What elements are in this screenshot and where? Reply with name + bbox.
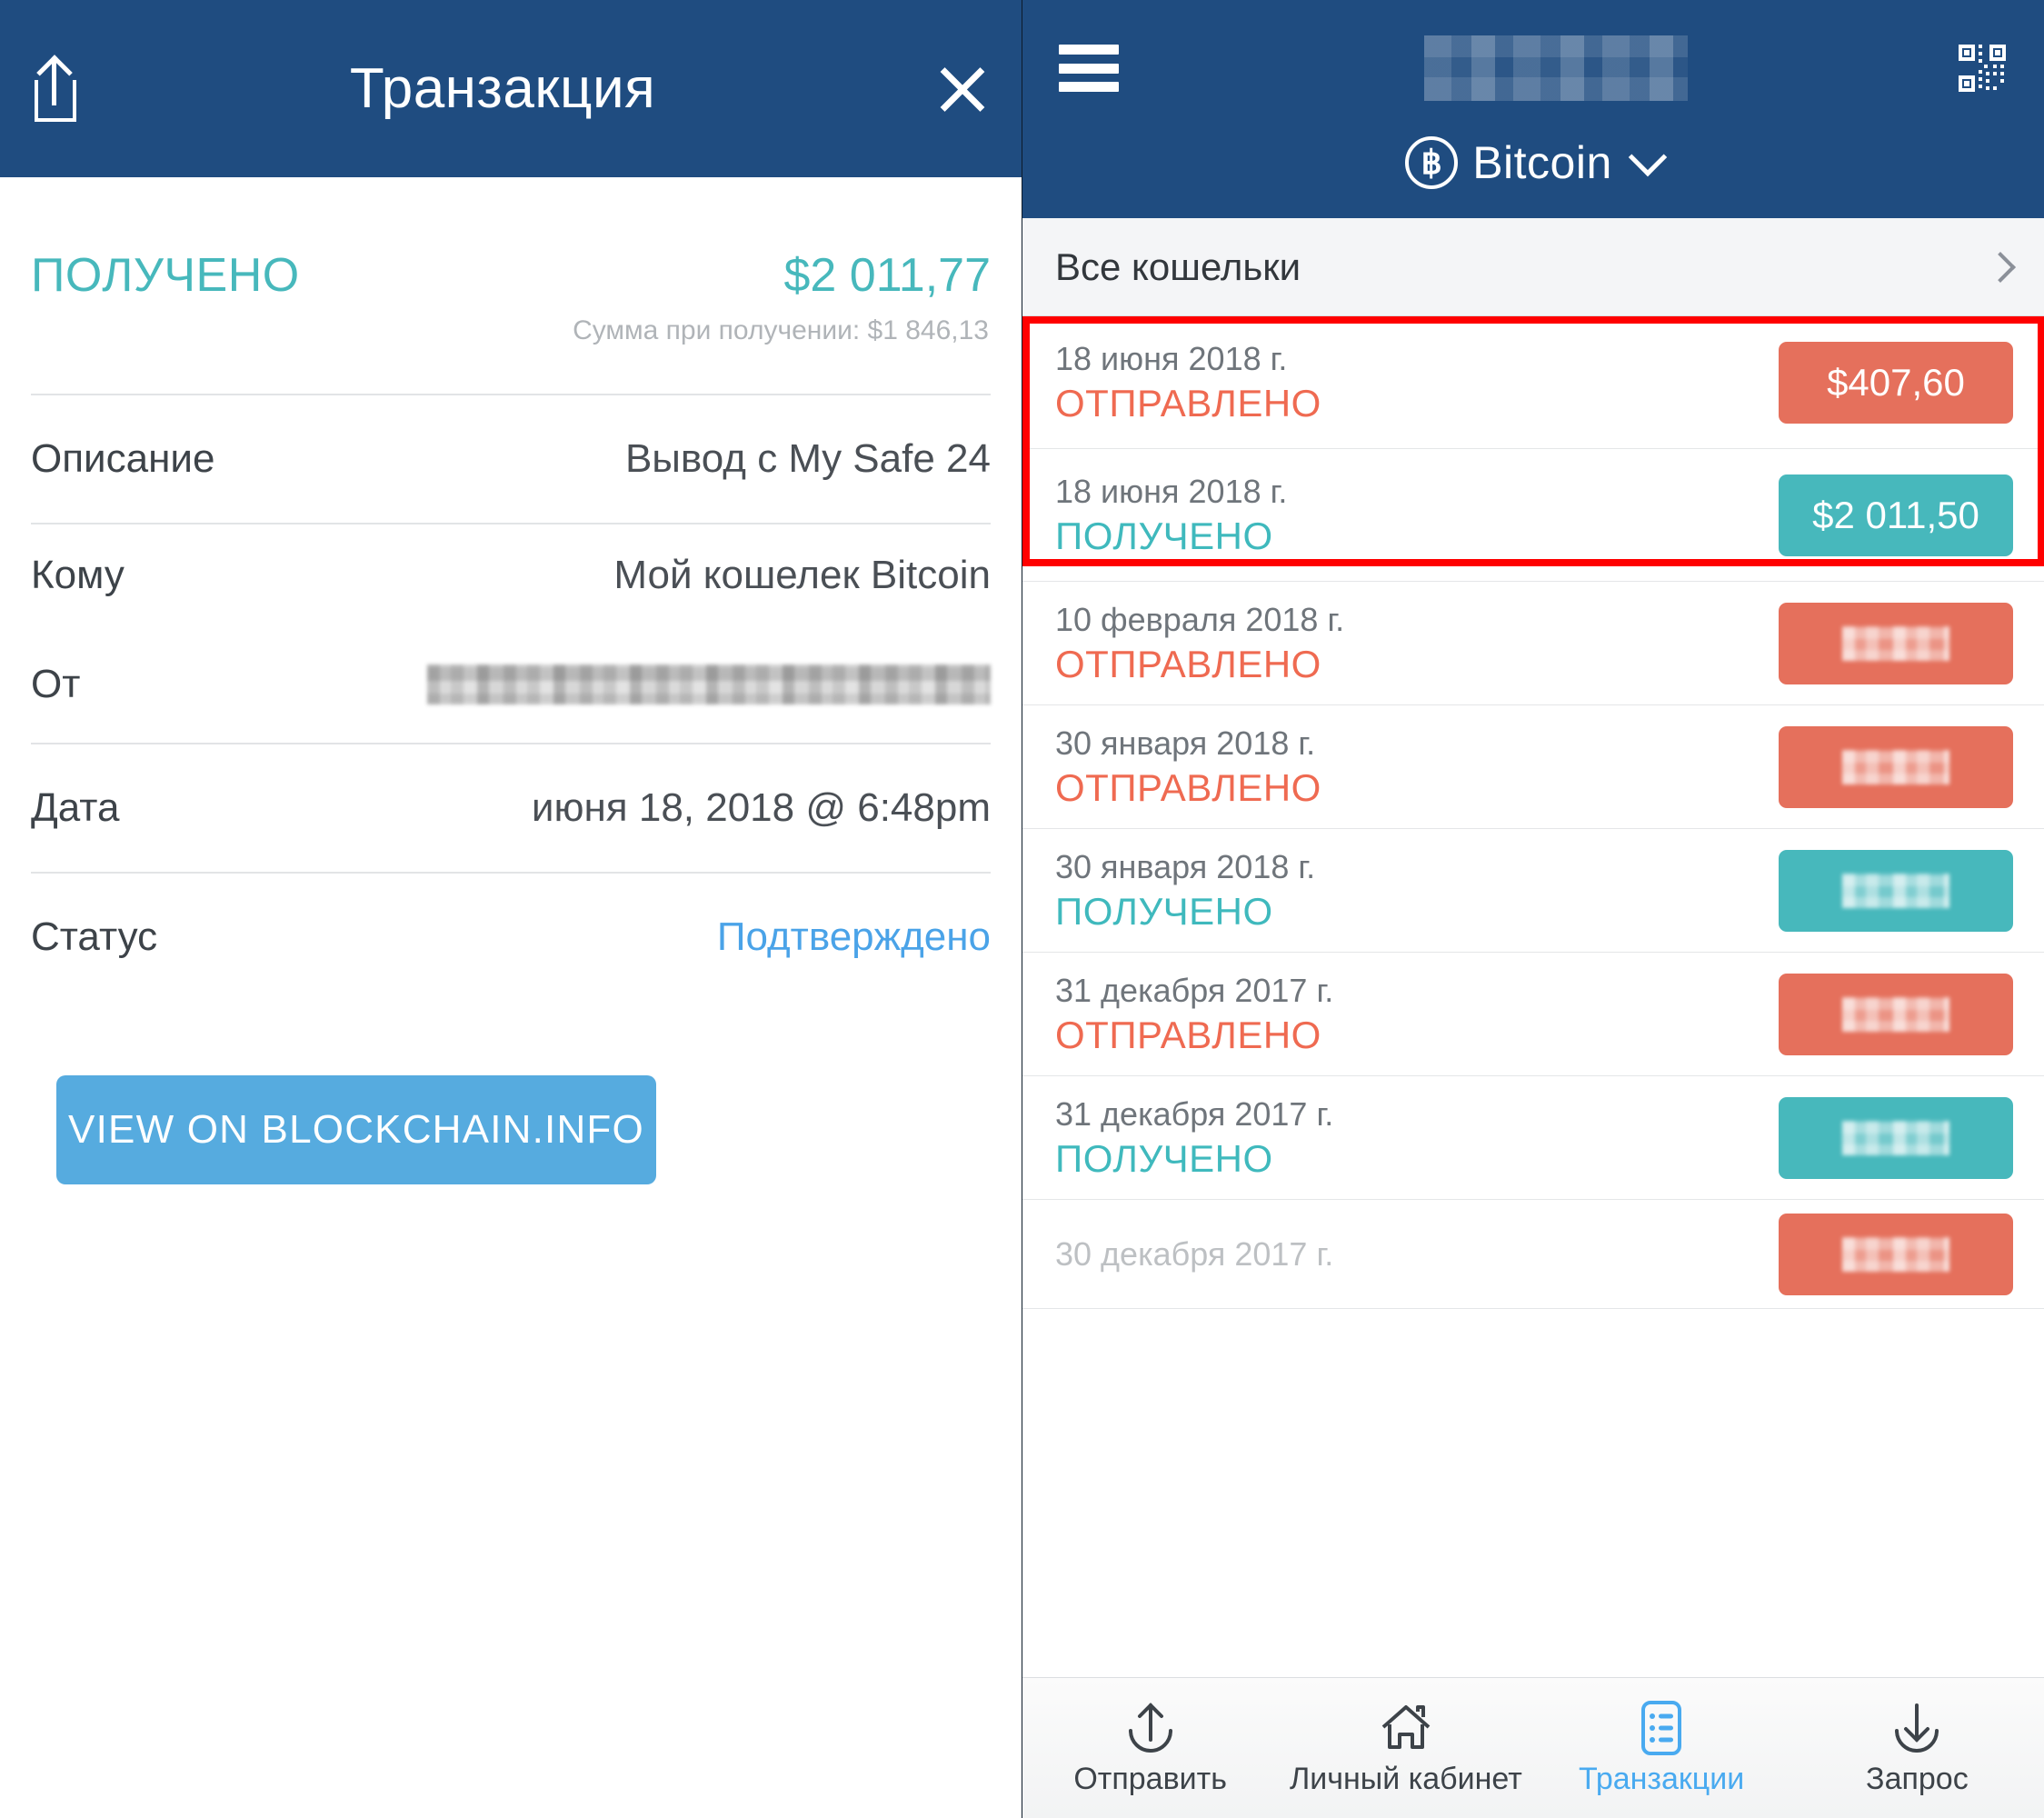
transaction-summary: ПОЛУЧЕНО $2 011,77	[31, 177, 991, 303]
detail-label: От	[31, 662, 81, 706]
redacted-account-title	[1424, 35, 1688, 101]
table-row[interactable]: 18 июня 2018 г. ОТПРАВЛЕНО $407,60	[1022, 316, 2044, 449]
redacted-amount	[1842, 1236, 1949, 1272]
detail-value: Мой кошелек Bitcoin	[613, 553, 991, 597]
status-badge: Подтверждено	[716, 914, 991, 959]
table-row[interactable]: 30 декабря 2017 г.	[1022, 1200, 2044, 1309]
wallet-header-top	[1022, 0, 2044, 136]
transaction-list-panel: ฿ Bitcoin Все кошельки 18 июня 2018 г. О…	[1022, 0, 2044, 1818]
detail-row-date: Дата июня 18, 2018 @ 6:48pm	[31, 744, 991, 872]
page-title: Транзакция	[349, 57, 656, 120]
bitcoin-icon: ฿	[1405, 136, 1459, 189]
redacted-amount	[1842, 625, 1949, 661]
all-wallets-row[interactable]: Все кошельки	[1022, 218, 2044, 316]
nav-label: Транзакции	[1578, 1761, 1745, 1796]
transaction-amount-badge	[1779, 1213, 2013, 1295]
transaction-date: 18 июня 2018 г.	[1055, 472, 1288, 510]
nav-label: Личный кабинет	[1289, 1761, 1522, 1796]
table-row[interactable]: 10 февраля 2018 г. ОТПРАВЛЕНО	[1022, 582, 2044, 705]
chevron-right-icon	[1985, 251, 2016, 283]
transaction-detail-body: ПОЛУЧЕНО $2 011,77 Сумма при получении: …	[0, 177, 1022, 1818]
transaction-amount-badge	[1779, 1096, 2013, 1179]
table-row[interactable]: 30 января 2018 г. ОТПРАВЛЕНО	[1022, 705, 2044, 829]
detail-label: Статус	[31, 914, 158, 959]
transaction-type: ОТПРАВЛЕНО	[1055, 642, 1321, 685]
transaction-amount-note: Сумма при получении: $1 846,13	[573, 315, 989, 345]
redacted-amount	[1842, 1120, 1949, 1155]
table-row[interactable]: 31 декабря 2017 г. ОТПРАВЛЕНО	[1022, 953, 2044, 1076]
transaction-type: ОТПРАВЛЕНО	[1055, 1013, 1321, 1056]
table-row[interactable]: 31 декабря 2017 г. ПОЛУЧЕНО	[1022, 1076, 2044, 1200]
nav-item-send[interactable]: Отправить	[1022, 1678, 1278, 1818]
transaction-amount-badge	[1779, 725, 2013, 808]
transaction-amount-badge	[1779, 973, 2013, 1055]
all-wallets-label: Все кошельки	[1055, 245, 1301, 288]
transaction-date: 31 декабря 2017 г.	[1055, 971, 1334, 1009]
transaction-date: 31 декабря 2017 г.	[1055, 1094, 1334, 1133]
app-root: Транзакция ПОЛУЧЕНО $2 011,77 Сумма при …	[0, 0, 2044, 1818]
redacted-amount	[1842, 996, 1949, 1032]
transaction-type: ПОЛУЧЕНО	[1055, 514, 1273, 557]
redacted-sender-address	[427, 664, 991, 704]
transaction-amount: $2 011,77	[783, 249, 991, 302]
transaction-detail-header: Транзакция	[0, 0, 1022, 177]
chevron-down-icon	[1628, 137, 1667, 177]
transaction-amount-badge: $407,60	[1779, 341, 2013, 424]
nav-item-request[interactable]: Запрос	[1790, 1678, 2044, 1818]
transaction-type: ПОЛУЧЕНО	[1055, 889, 1273, 933]
transaction-date: 30 декабря 2017 г.	[1055, 1234, 1334, 1273]
arrow-down-request-icon	[1889, 1700, 1944, 1756]
detail-row-recipient: Кому Мой кошелек Bitcoin	[31, 524, 991, 626]
transaction-amount-badge: $2 011,50	[1779, 474, 2013, 556]
nav-item-transactions[interactable]: Транзакции	[1534, 1678, 1790, 1818]
transaction-date: 10 февраля 2018 г.	[1055, 600, 1345, 638]
arrow-up-send-icon	[1123, 1700, 1178, 1756]
transaction-date: 30 января 2018 г.	[1055, 724, 1316, 762]
detail-row-sender: От	[31, 626, 991, 743]
nav-label: Отправить	[1073, 1761, 1227, 1796]
detail-label: Описание	[31, 436, 215, 481]
transaction-amount-badge	[1779, 602, 2013, 684]
qr-code-icon[interactable]	[1957, 43, 2008, 94]
transaction-type: ОТПРАВЛЕНО	[1055, 765, 1321, 809]
detail-label: Кому	[31, 553, 125, 597]
close-icon[interactable]	[934, 61, 991, 117]
table-row[interactable]: 18 июня 2018 г. ПОЛУЧЕНО $2 011,50	[1022, 449, 2044, 582]
home-icon	[1378, 1700, 1434, 1756]
transaction-list[interactable]: 18 июня 2018 г. ОТПРАВЛЕНО $407,60 18 ию…	[1022, 316, 2044, 1818]
transaction-date: 30 января 2018 г.	[1055, 847, 1316, 885]
transaction-type: ОТПРАВЛЕНО	[1055, 381, 1321, 425]
detail-label: Дата	[31, 785, 120, 830]
nav-item-dashboard[interactable]: Личный кабинет	[1278, 1678, 1533, 1818]
detail-row-description: Описание Вывод с My Safe 24	[31, 395, 991, 523]
detail-row-status: Статус Подтверждено	[31, 874, 991, 1001]
view-on-blockchain-button[interactable]: VIEW ON BLOCKCHAIN.INFO	[56, 1075, 656, 1184]
transaction-detail-panel: Транзакция ПОЛУЧЕНО $2 011,77 Сумма при …	[0, 0, 1022, 1818]
detail-value: июня 18, 2018 @ 6:48pm	[531, 785, 991, 830]
transaction-type: ПОЛУЧЕНО	[1055, 1136, 1273, 1180]
transaction-amount-badge	[1779, 849, 2013, 932]
redacted-amount	[1842, 873, 1949, 908]
transaction-date: 18 июня 2018 г.	[1055, 339, 1288, 377]
nav-label: Запрос	[1866, 1761, 1969, 1796]
redacted-amount	[1842, 749, 1949, 784]
wallet-header: ฿ Bitcoin	[1022, 0, 2044, 218]
bottom-navigation: Отправить Личный кабинет Транзакции Запр…	[1022, 1677, 2044, 1818]
detail-value: Вывод с My Safe 24	[624, 436, 991, 481]
table-row[interactable]: 30 января 2018 г. ПОЛУЧЕНО	[1022, 829, 2044, 953]
coin-selector[interactable]: ฿ Bitcoin	[1022, 136, 2044, 198]
transaction-status-label: ПОЛУЧЕНО	[31, 249, 300, 302]
hamburger-menu-icon[interactable]	[1059, 45, 1119, 92]
list-icon	[1640, 1700, 1682, 1756]
coin-name-label: Bitcoin	[1472, 137, 1612, 188]
share-icon[interactable]	[31, 54, 80, 124]
